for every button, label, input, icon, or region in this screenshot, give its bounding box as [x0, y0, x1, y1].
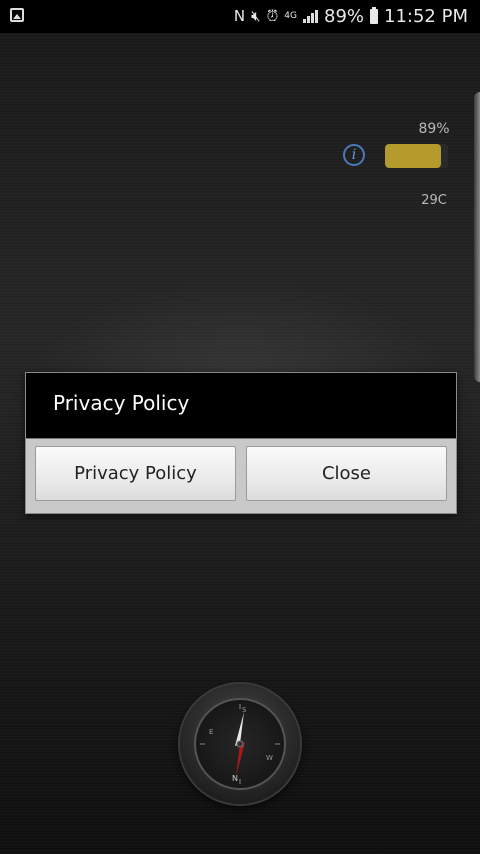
widget-battery-fill: [385, 144, 442, 168]
nfc-icon: N: [233, 7, 246, 25]
compass-label-n: N: [232, 774, 238, 783]
status-icons: N 🔇︎ ⏰︎ 4G 89% 11:52 PM: [234, 4, 468, 28]
gallery-icon: [10, 8, 24, 22]
signal-icon: [303, 9, 318, 23]
data-icon: 4G: [284, 11, 297, 21]
info-icon[interactable]: i: [343, 144, 365, 166]
battery-icon: [370, 6, 379, 24]
widget-battery-percent: 89%: [418, 121, 450, 137]
compass-needle-svg: N E S W: [200, 704, 280, 784]
privacy-dialog: Privacy Policy Privacy Policy Close: [25, 372, 457, 514]
battery-percent: 89%: [324, 5, 365, 27]
close-button[interactable]: Close: [246, 446, 447, 501]
dialog-title-bar: Privacy Policy: [26, 373, 456, 439]
mute-icon: 🔇︎: [251, 7, 261, 25]
screen: N 🔇︎ ⏰︎ 4G 89% 11:52 PM 89% i 29C Privac…: [0, 0, 480, 854]
compass-label-e: E: [209, 728, 213, 736]
status-bar: N 🔇︎ ⏰︎ 4G 89% 11:52 PM: [0, 0, 480, 33]
compass-label-w: W: [266, 754, 273, 762]
dialog-title: Privacy Policy: [53, 391, 190, 415]
widget-battery-bar: [385, 144, 448, 168]
compass-icon[interactable]: N E S W: [180, 684, 300, 804]
edge-panel-handle[interactable]: [474, 92, 480, 382]
widget-temperature: 29C: [421, 193, 447, 208]
clock: 11:52 PM: [384, 5, 468, 27]
alarm-icon: ⏰︎: [266, 7, 279, 25]
compass-label-s: S: [242, 706, 247, 714]
privacy-policy-button[interactable]: Privacy Policy: [35, 446, 236, 501]
